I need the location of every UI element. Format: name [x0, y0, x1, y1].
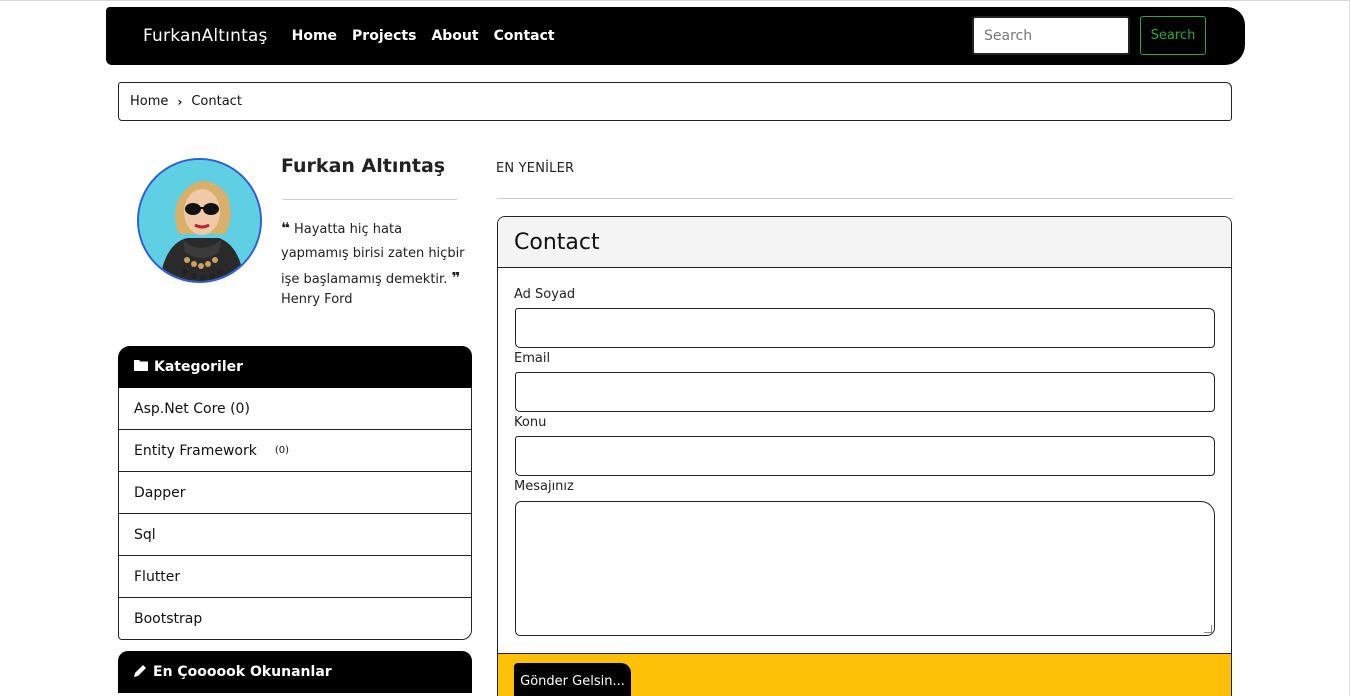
categories-header: Kategoriler — [118, 346, 472, 388]
message-textarea[interactable] — [515, 501, 1215, 636]
profile-quote: ❝ Hayatta hiç hata yapmamış birisi zaten… — [281, 216, 466, 292]
resize-handle-icon[interactable] — [1204, 625, 1212, 633]
popular-posts-title: En Çoooook Okunanlar — [153, 664, 332, 680]
brand-logo[interactable]: FurkanAltıntaş — [143, 26, 268, 46]
popular-posts-header: En Çoooook Okunanlar — [118, 651, 472, 693]
category-item[interactable]: Dapper — [118, 472, 472, 514]
email-field[interactable] — [515, 372, 1215, 412]
category-label: Bootstrap — [134, 610, 203, 627]
email-label: Email — [514, 351, 551, 366]
breadcrumb-current: Contact — [191, 94, 242, 109]
page-top-border — [0, 0, 1350, 1]
category-item[interactable]: Bootstrap — [118, 598, 472, 640]
profile-divider — [282, 199, 457, 200]
submit-button[interactable]: Gönder Gelsin... — [514, 663, 631, 696]
category-item[interactable]: Flutter — [118, 556, 472, 598]
navbar: FurkanAltıntaş Home Projects About Conta… — [106, 7, 1245, 65]
avatar — [137, 158, 262, 283]
categories-title: Kategoriler — [154, 359, 244, 375]
search-input[interactable] — [972, 16, 1130, 55]
categories-panel: Kategoriler Asp.Net Core (0) Entity Fram… — [118, 346, 472, 640]
category-label: Asp.Net Core (0) — [134, 400, 250, 417]
category-label: Flutter — [134, 568, 181, 585]
category-item[interactable]: Asp.Net Core (0) — [118, 388, 472, 430]
breadcrumb-separator-icon: › — [177, 94, 183, 109]
nav-projects[interactable]: Projects — [352, 28, 416, 44]
quote-author: Henry Ford — [281, 292, 353, 307]
breadcrumb-home[interactable]: Home — [130, 94, 168, 109]
folder-icon — [134, 359, 148, 375]
avatar-photo — [139, 160, 260, 281]
category-label: Entity Framework — [134, 442, 257, 459]
contact-card-title: Contact — [498, 217, 1231, 268]
nav-contact[interactable]: Contact — [494, 28, 555, 44]
quote-close-icon: ❞ — [451, 269, 461, 287]
search-button[interactable]: Search — [1140, 16, 1206, 55]
quote-open-icon: ❝ — [281, 219, 290, 237]
nav-home[interactable]: Home — [292, 28, 337, 44]
profile-name: Furkan Altıntaş — [281, 155, 446, 177]
contact-card: Contact Ad Soyad Email Konu Mesajınız Gö… — [497, 216, 1232, 696]
breadcrumb: Home › Contact — [118, 82, 1232, 121]
section-divider — [497, 198, 1233, 199]
quote-text: Hayatta hiç hata yapmamış birisi zaten h… — [281, 222, 465, 287]
subject-label: Konu — [514, 415, 547, 430]
nav-links: Home Projects About Contact — [292, 28, 570, 44]
contact-card-footer: Gönder Gelsin... — [498, 653, 1231, 696]
subject-field[interactable] — [515, 436, 1215, 476]
name-field[interactable] — [515, 308, 1215, 348]
category-label: Sql — [134, 526, 156, 543]
category-count: (0) — [274, 445, 289, 456]
category-label: Dapper — [134, 484, 186, 501]
message-label: Mesajınız — [514, 479, 574, 494]
pencil-icon — [134, 664, 147, 681]
nav-about[interactable]: About — [431, 28, 478, 44]
category-item[interactable]: Sql — [118, 514, 472, 556]
category-item[interactable]: Entity Framework (0) — [118, 430, 472, 472]
section-title: EN YENİLER — [496, 161, 575, 176]
name-label: Ad Soyad — [514, 287, 576, 302]
